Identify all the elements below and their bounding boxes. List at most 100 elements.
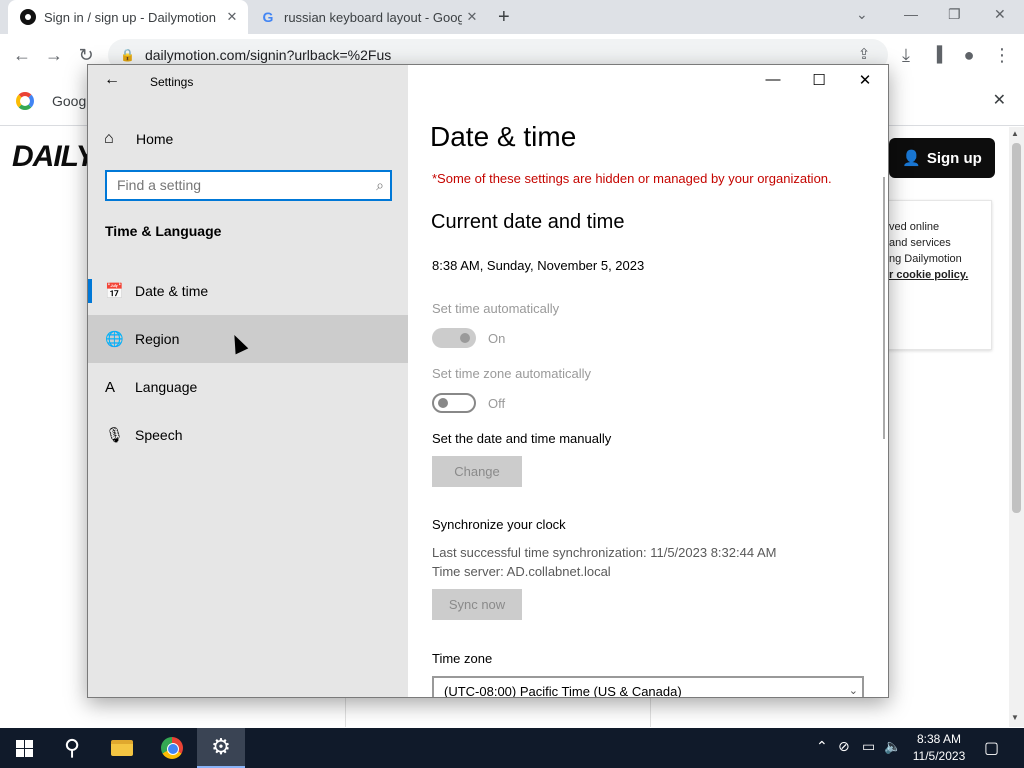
set-time-auto-toggle[interactable] [432,328,476,348]
settings-content: — ☐ ✕ Date & time *Some of these setting… [408,65,888,697]
chrome-icon[interactable] [148,728,196,768]
microphone-icon: 🎙 [105,427,125,444]
settings-search-input[interactable]: Find a setting ⌕ [105,170,392,201]
search-icon: ⌕ [376,177,384,193]
browser-tab-strip: Sign in / sign up - Dailymotion ✕ G russ… [0,0,1024,34]
nav-label: Region [135,331,180,347]
sync-server: Time server: AD.collabnet.local [432,564,611,579]
managed-warning: *Some of these settings are hidden or ma… [432,171,832,186]
display-icon[interactable]: ▭ [862,738,875,755]
manual-date-label: Set the date and time manually [432,431,612,446]
tab-title: russian keyboard layout - Google [284,9,462,25]
time-zone-select[interactable]: (UTC-08:00) Pacific Time (US & Canada) ⌄ [432,676,864,698]
tab-search-icon[interactable]: ⌄ [856,6,868,23]
minimize-icon[interactable]: — [904,6,918,22]
cookie-line: ng Dailymotion [889,253,962,265]
minimize-icon[interactable]: — [750,71,796,88]
search-icon[interactable]: ⚲ [48,728,96,768]
nav-item-date-time[interactable]: 📅 Date & time [88,267,408,315]
close-window-icon[interactable]: ✕ [994,6,1006,23]
scroll-down-icon[interactable]: ▼ [1011,713,1019,722]
globe-icon: 🌐 [105,331,124,348]
home-icon: ⌂ [104,130,114,147]
chevron-down-icon: ⌄ [848,685,858,697]
windows-logo-icon [15,739,33,757]
clock-time: 8:38 AM [916,732,962,746]
infobar-close-icon[interactable]: ✕ [993,90,1006,110]
search-placeholder: Find a setting [117,177,202,193]
new-tab-button[interactable]: + [498,6,510,29]
nav-item-speech[interactable]: 🎙 Speech [88,411,408,459]
toggle-state: Off [488,396,506,411]
set-time-auto-label: Set time automatically [432,301,560,316]
nav-item-language[interactable]: A Language [88,363,408,411]
settings-window: ← Settings ⌂ Home Find a setting ⌕ Time … [87,64,889,698]
tab-title: Sign in / sign up - Dailymotion [44,9,216,25]
toggle-state: On [488,331,506,346]
current-date-heading: Current date and time [431,211,625,233]
maximize-icon[interactable]: ☐ [796,71,842,89]
sync-now-button[interactable]: Sync now [432,589,522,620]
page-divider [345,697,651,727]
set-tz-auto-label: Set time zone automatically [432,366,591,381]
notification-icon[interactable]: ▢ [984,738,999,758]
time-zone-label: Time zone [432,651,493,666]
settings-gear-icon[interactable]: ⚙ [197,728,245,768]
infobar-text: Googl [52,93,90,109]
set-tz-auto-toggle[interactable] [432,393,476,413]
nav-label: Date & time [135,283,209,299]
volume-muted-icon[interactable]: 🔈 [884,738,901,755]
scroll-up-icon[interactable]: ▲ [1011,129,1019,138]
menu-kebab-icon[interactable]: ⋮ [990,43,1014,67]
calendar-clock-icon: 📅 [105,283,124,300]
windows-taskbar: ⚲ ⚙ ⌃ ⊘ ▭ 🔈 8:38 AM 11/5/2023 ▢ [0,728,1024,768]
tab-dailymotion[interactable]: Sign in / sign up - Dailymotion ✕ [8,0,248,34]
tab-close-icon[interactable]: ✕ [462,9,482,25]
page-scrollbar[interactable]: ▲ ▼ [1009,127,1024,727]
sync-info: Last successful time synchronization: 11… [432,543,776,581]
profile-avatar-icon[interactable]: ● [957,43,981,67]
nav-label: Speech [135,427,183,443]
back-arrow-icon[interactable]: ← [104,71,120,89]
signup-label: Sign up [926,149,982,167]
current-date-value: 8:38 AM, Sunday, November 5, 2023 [432,258,645,273]
back-icon[interactable]: ← [10,43,34,67]
download-icon[interactable]: ⤓ [894,43,918,67]
close-icon[interactable]: ✕ [842,71,888,89]
language-icon: A [105,378,116,396]
tab-close-icon[interactable]: ✕ [222,9,242,25]
section-title: Time & Language [105,223,222,239]
nav-label: Language [135,379,198,395]
change-button[interactable]: Change [432,456,522,487]
tab-google-search[interactable]: G russian keyboard layout - Google ✕ [250,0,488,34]
content-scrollbar[interactable] [883,177,885,439]
tray-chevron-up-icon[interactable]: ⌃ [816,738,828,755]
home-link[interactable]: ⌂ Home [104,127,173,151]
nav-item-region[interactable]: 🌐 Region [88,315,408,363]
url-text: dailymotion.com/signin?urlback=%2Fus [144,47,392,63]
cookie-policy-link[interactable]: r cookie policy. [889,267,991,283]
forward-icon[interactable]: → [42,43,66,67]
lock-icon[interactable]: 🔒 [120,48,135,62]
window-title: Settings [150,75,194,89]
dailymotion-favicon-icon [20,9,36,25]
file-explorer-icon[interactable] [98,728,146,768]
clock-date: 11/5/2023 [912,749,966,763]
start-button[interactable] [0,728,48,768]
taskbar-clock[interactable]: 8:38 AM 11/5/2023 [906,731,972,765]
user-icon: 👤 [902,150,921,167]
scrollbar-thumb[interactable] [1012,143,1021,513]
signup-button[interactable]: 👤 Sign up [889,138,995,178]
chrome-logo-icon [16,92,34,110]
sync-last: Last successful time synchronization: 11… [432,545,777,560]
google-favicon-icon: G [262,9,274,25]
time-zone-value: (UTC-08:00) Pacific Time (US & Canada) [444,684,682,698]
sync-heading: Synchronize your clock [432,517,566,532]
side-panel-icon[interactable]: ▐ [925,43,949,67]
page-title: Date & time [430,121,577,152]
cookie-line: ved online [889,221,940,233]
home-label: Home [136,131,174,147]
network-icon[interactable]: ⊘ [838,738,850,755]
settings-sidebar: ← Settings ⌂ Home Find a setting ⌕ Time … [88,65,408,697]
restore-icon[interactable]: ❐ [948,6,961,23]
